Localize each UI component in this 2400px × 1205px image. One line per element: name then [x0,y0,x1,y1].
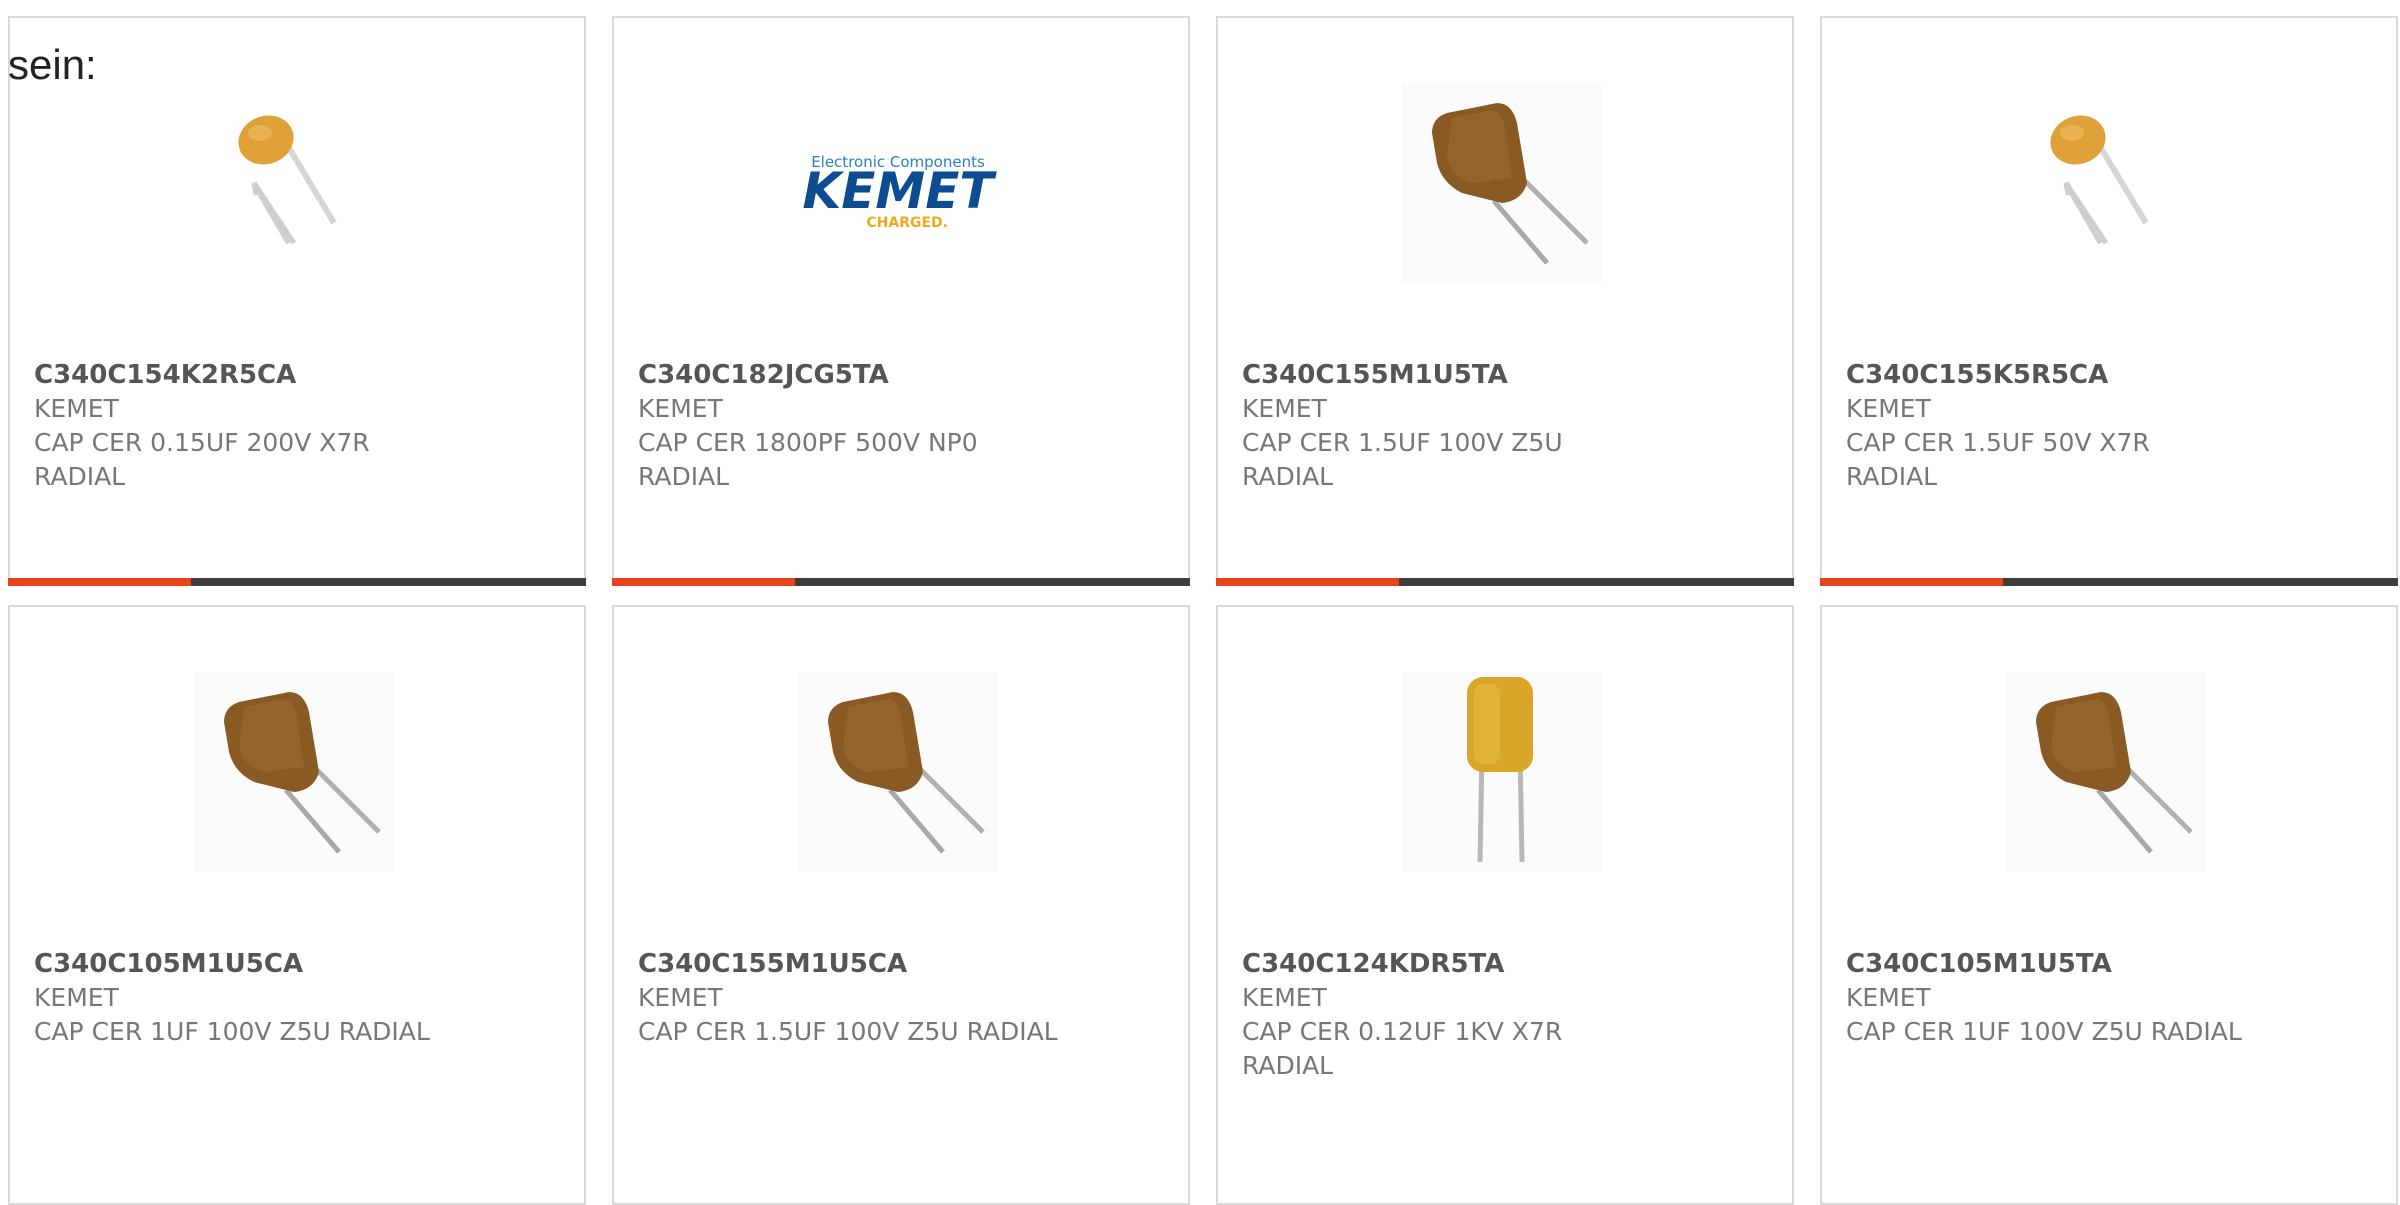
manufacturer-label: KEMET [1242,394,1327,423]
manufacturer-label: KEMET [638,983,723,1012]
card-accent-bar [612,578,795,586]
card-accent-bar [1820,578,2003,586]
product-card[interactable]: C340C105M1U5TA KEMET CAP CER 1UF 100V Z5… [1820,605,2398,1205]
product-grid: C340C154K2R5CA KEMET CAP CER 0.15UF 200V… [8,16,2400,586]
intro-text: sein: [8,41,97,88]
card-accent-bar [8,578,191,586]
product-card[interactable]: C340C105M1U5CA KEMET CAP CER 1UF 100V Z5… [8,605,586,1205]
product-card[interactable]: C340C154K2R5CA KEMET CAP CER 0.15UF 200V… [8,16,586,586]
manufacturer-label: KEMET [34,394,119,423]
manufacturer-label: KEMET [638,394,723,423]
manufacturer-label: KEMET [1846,394,1931,423]
description-label: CAP CER 1.5UF 100V Z5U RADIAL [638,1017,1058,1046]
small-orange-radial-capacitor-icon [2006,83,2206,283]
product-card[interactable]: C340C155K5R5CA KEMET CAP CER 1.5UF 50V X… [1820,16,2398,586]
logo-main-text: KEMET [803,162,998,220]
part-number-link[interactable]: C340C105M1U5TA [1846,947,2376,981]
card-accent-bar [1216,578,1399,586]
product-card[interactable]: C340C155M1U5CA KEMET CAP CER 1.5UF 100V … [612,605,1190,1205]
product-card[interactable]: C340C124KDR5TA KEMET CAP CER 0.12UF 1KV … [1216,605,1794,1205]
logo-sub-text: CHARGED. [866,215,948,231]
description-label: CAP CER 0.12UF 1KV X7R RADIAL [1242,1017,1563,1080]
kemet-logo: Electronic Components KEMET CHARGED. [798,83,998,283]
brown-radial-capacitor-icon [798,672,998,872]
part-number-link[interactable]: C340C182JCG5TA [638,358,1168,392]
card-bottom-bar [612,578,1190,586]
brown-radial-capacitor-icon [194,672,394,872]
part-number-link[interactable]: C340C155M1U5CA [638,947,1168,981]
part-number-link[interactable]: C340C154K2R5CA [34,358,564,392]
part-number-link[interactable]: C340C105M1U5CA [34,947,564,981]
product-grid-row-2: C340C105M1U5CA KEMET CAP CER 1UF 100V Z5… [8,605,2400,1205]
part-number-link[interactable]: C340C124KDR5TA [1242,947,1772,981]
part-number-link[interactable]: C340C155M1U5TA [1242,358,1772,392]
description-label: CAP CER 1.5UF 50V X7R RADIAL [1846,428,2150,491]
product-card[interactable]: Electronic Components KEMET CHARGED. C34… [612,16,1190,586]
description-label: CAP CER 1.5UF 100V Z5U RADIAL [1242,428,1563,491]
brown-radial-capacitor-icon [1402,83,1602,283]
small-orange-radial-capacitor-icon [194,83,394,283]
yellow-upright-capacitor-icon [1402,672,1602,872]
manufacturer-label: KEMET [1846,983,1931,1012]
product-card[interactable]: C340C155M1U5TA KEMET CAP CER 1.5UF 100V … [1216,16,1794,586]
brown-radial-capacitor-icon [2006,672,2206,872]
manufacturer-label: KEMET [1242,983,1327,1012]
card-bottom-bar [8,578,586,586]
description-label: CAP CER 1800PF 500V NP0 RADIAL [638,428,978,491]
manufacturer-label: KEMET [34,983,119,1012]
description-label: CAP CER 1UF 100V Z5U RADIAL [34,1017,430,1046]
description-label: CAP CER 0.15UF 200V X7R RADIAL [34,428,370,491]
part-number-link[interactable]: C340C155K5R5CA [1846,358,2376,392]
description-label: CAP CER 1UF 100V Z5U RADIAL [1846,1017,2242,1046]
card-bottom-bar [1820,578,2398,586]
card-bottom-bar [1216,578,1794,586]
